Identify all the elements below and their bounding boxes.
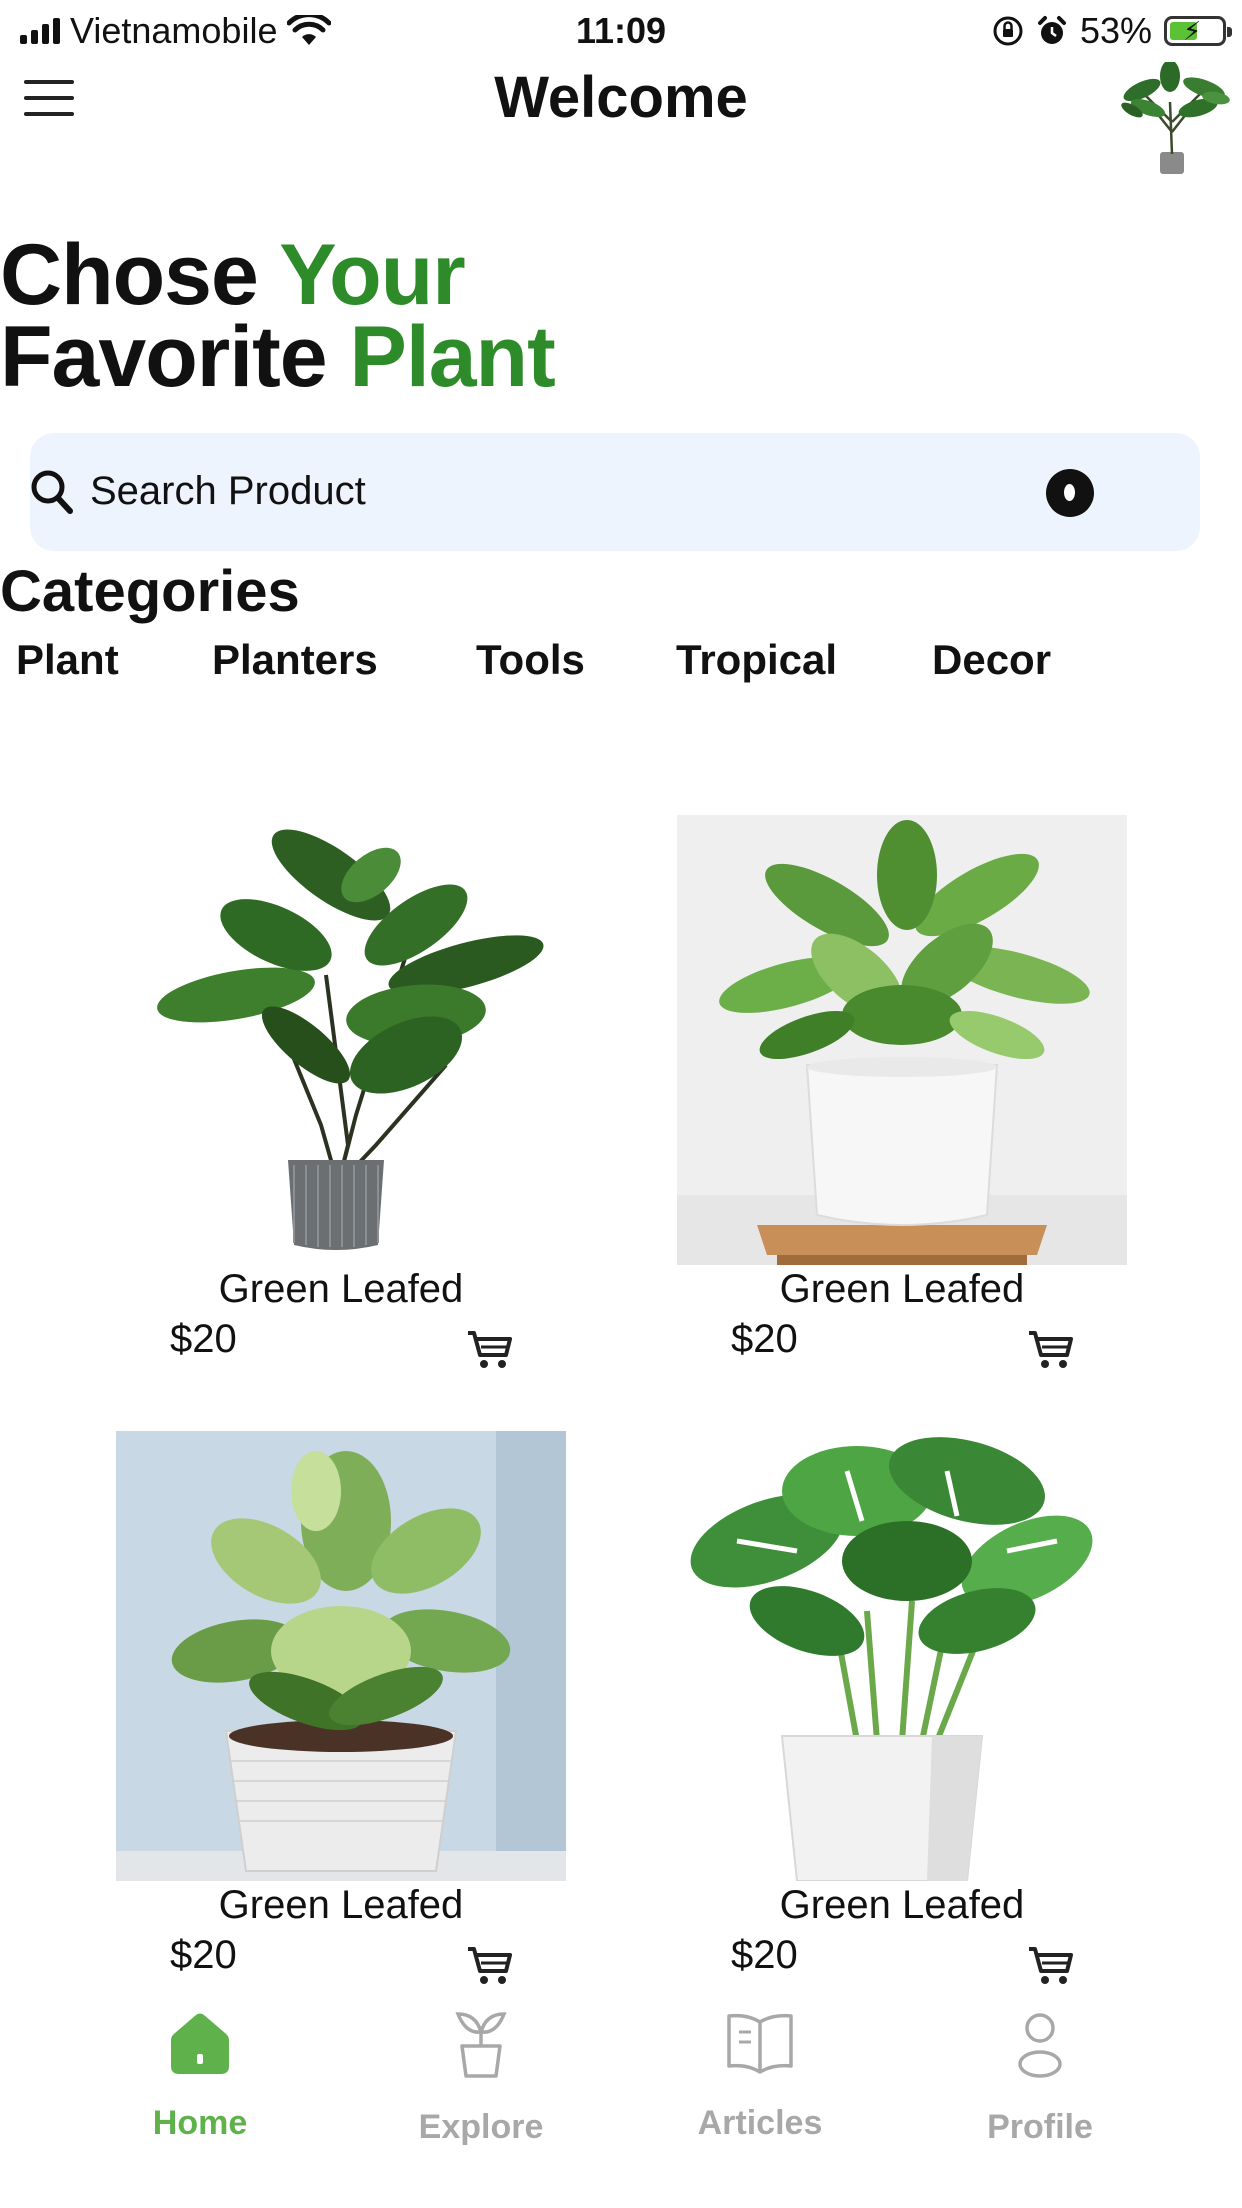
rotation-lock-icon (993, 16, 1023, 46)
categories-title: Categories (0, 559, 300, 624)
plant-pot-icon (455, 2012, 507, 2078)
status-right: 53% ⚡ (992, 10, 1232, 52)
product-image (677, 815, 1127, 1265)
battery-percent: 53% (1079, 10, 1152, 51)
home-icon (171, 2013, 229, 2074)
category-planters[interactable]: Planters (212, 636, 378, 684)
cart-icon[interactable] (1027, 1327, 1075, 1371)
filter-icon[interactable] (1046, 469, 1094, 517)
nav-articles[interactable]: Articles (660, 2010, 860, 2170)
search-input[interactable] (90, 461, 990, 521)
product-image (116, 815, 566, 1265)
status-bar: Vietnamobile 11:09 53% ⚡ (0, 0, 1242, 62)
category-tools[interactable]: Tools (476, 636, 585, 684)
hero-word-favorite: Favorite (0, 309, 328, 405)
product-price: $20 (170, 1317, 237, 1361)
nav-label-home: Home (152, 2104, 248, 2142)
nav-home[interactable]: Home (100, 2010, 300, 2170)
category-tropical[interactable]: Tropical (676, 636, 837, 684)
alarm-icon (1037, 16, 1066, 44)
cart-icon[interactable] (466, 1327, 514, 1371)
nav-profile[interactable]: Profile (940, 2010, 1140, 2170)
category-tabs: Plant Planters Tools Tropical Decor (0, 636, 1242, 686)
nav-explore[interactable]: Explore (381, 2010, 581, 2170)
book-icon (727, 2013, 793, 2074)
product-price: $20 (170, 1933, 237, 1977)
hero-line-1: Chose Your (0, 232, 1242, 318)
battery-icon: ⚡ (1164, 16, 1232, 46)
hero-line-2: Favorite Plant (0, 314, 1242, 400)
product-name: Green Leafed (779, 1883, 1025, 1927)
nav-label-explore: Explore (418, 2108, 544, 2146)
nav-label-profile: Profile (987, 2108, 1093, 2146)
product-image (677, 1431, 1127, 1881)
avatar[interactable] (1112, 62, 1234, 176)
category-plant[interactable]: Plant (16, 636, 119, 684)
hero-word-plant: Plant (349, 309, 555, 405)
search-icon (31, 470, 73, 514)
product-price: $20 (731, 1933, 798, 1977)
page-title: Welcome (494, 65, 748, 130)
nav-label-articles: Articles (697, 2104, 823, 2142)
category-decor[interactable]: Decor (932, 636, 1051, 684)
product-name: Green Leafed (218, 1883, 464, 1927)
person-icon (1018, 2013, 1062, 2078)
search-bar[interactable] (30, 433, 1200, 551)
hero-heading: Chose Your Favorite Plant (0, 232, 1242, 400)
product-name: Green Leafed (779, 1267, 1025, 1311)
cart-icon[interactable] (1027, 1943, 1075, 1987)
product-name: Green Leafed (218, 1267, 464, 1311)
bottom-nav: Home Explore Articles Profile (0, 2000, 1242, 2208)
cart-icon[interactable] (466, 1943, 514, 1987)
product-price: $20 (731, 1317, 798, 1361)
app-header: Welcome (0, 62, 1242, 182)
product-image (116, 1431, 566, 1881)
